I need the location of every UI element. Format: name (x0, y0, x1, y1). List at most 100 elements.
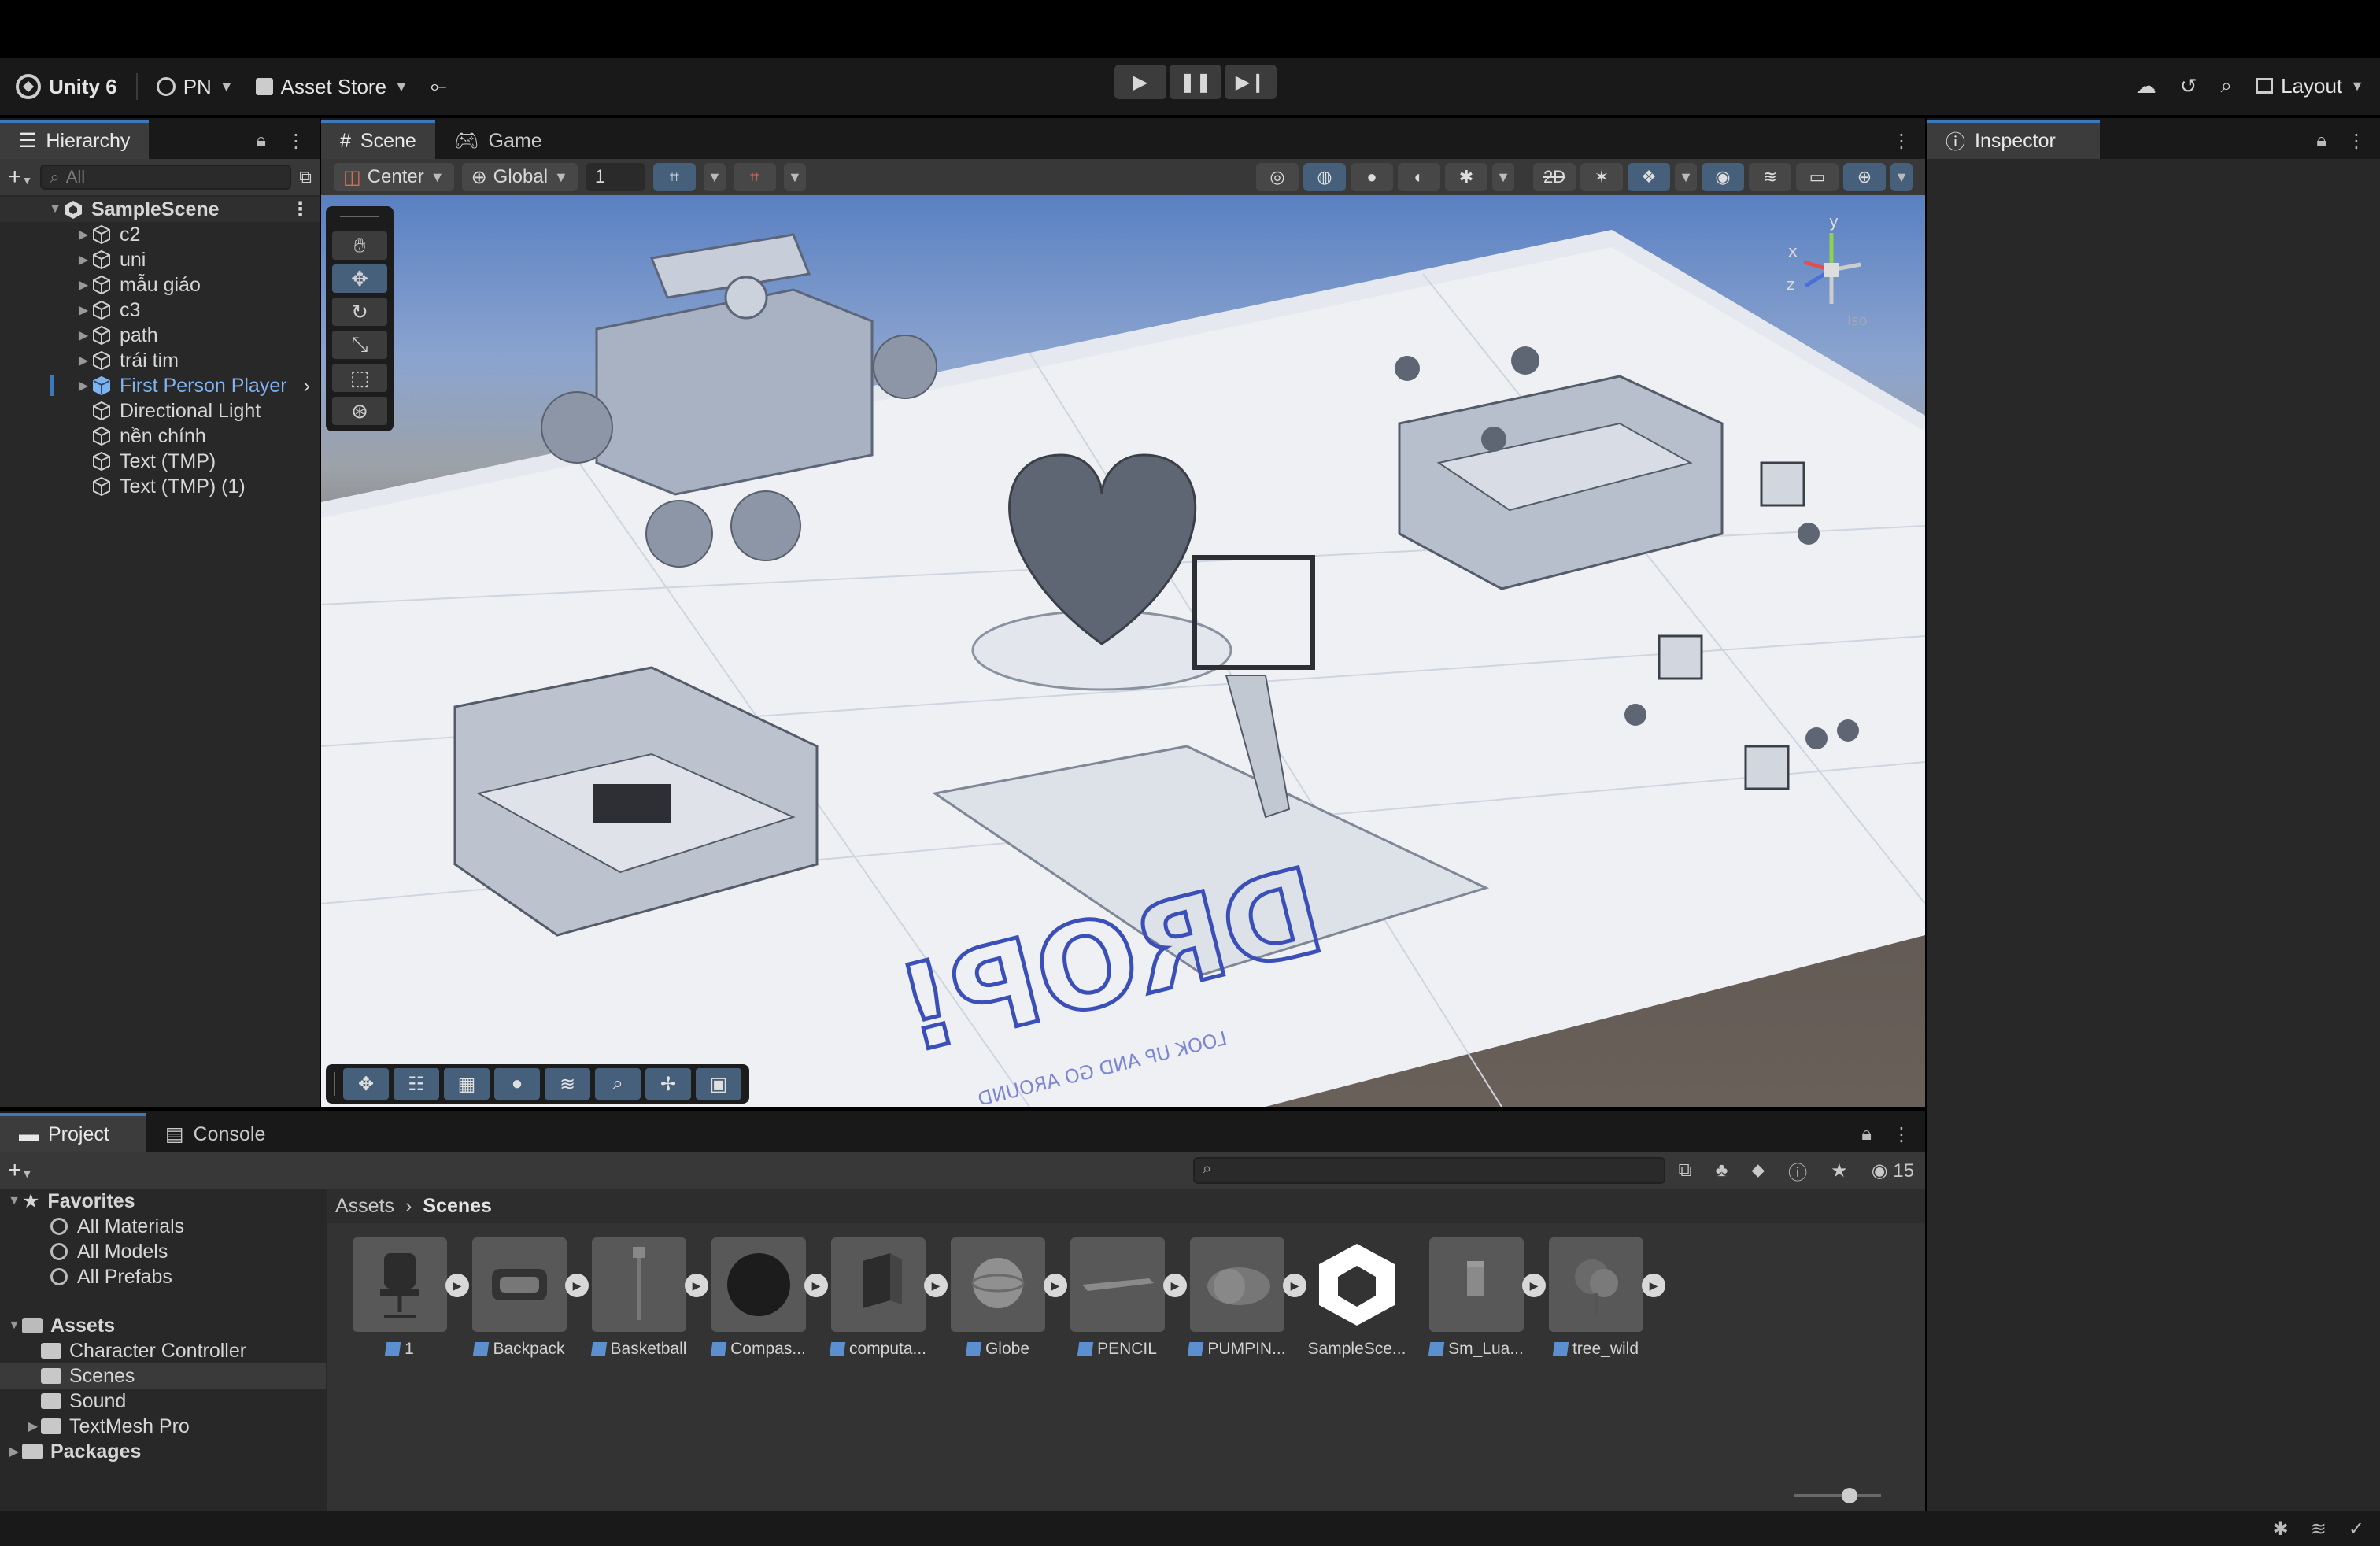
debug-draw-mode-button[interactable]: ✱ (1445, 163, 1488, 191)
2d-mode-button[interactable]: 2D (1533, 163, 1576, 191)
hierarchy-item[interactable]: Directional Light (0, 398, 320, 423)
filter-by-label-icon[interactable]: ⬥ (1751, 1160, 1765, 1182)
checkmark-icon[interactable]: ✓ (2349, 1518, 2364, 1540)
pause-button[interactable]: ❚❚ (1170, 65, 1221, 99)
move-view-button[interactable]: ✥ (343, 1068, 389, 1100)
hierarchy-item[interactable]: ▶ uni (0, 247, 320, 272)
layout-dropdown[interactable]: Layout ▼ (2256, 66, 2364, 105)
hierarchy-item[interactable]: ▶ trái tim (0, 348, 320, 373)
hierarchy-item[interactable]: ▶ First Person Player › (0, 373, 320, 398)
camera-settings-button[interactable]: ▣ (696, 1068, 741, 1100)
folder-row[interactable]: Scenes (0, 1363, 326, 1389)
expand-arrow-icon[interactable]: ▶ (25, 1418, 41, 1434)
thumbnail-size-slider[interactable] (1794, 1488, 1881, 1503)
favorites-row[interactable]: ▼ ★ Favorites (0, 1189, 326, 1214)
favorite-item[interactable]: All Materials (0, 1214, 326, 1239)
tab-console[interactable]: ▤ Console (146, 1116, 284, 1152)
orientation-gizmo[interactable]: y x z Iso (1772, 211, 1890, 329)
hierarchy-item[interactable]: ▶ c2 (0, 222, 320, 247)
hierarchy-item[interactable]: ▶ c3 (0, 298, 320, 323)
grid-size-input[interactable]: 1 (585, 163, 645, 191)
more-options-icon[interactable]: ⋮ (290, 198, 310, 221)
tab-inspector[interactable]: ⓘ Inspector (1927, 120, 2100, 159)
step-button[interactable]: ▶❙ (1225, 65, 1277, 99)
expand-arrow-icon[interactable]: ▶ (76, 252, 91, 268)
expand-prefab-icon[interactable]: ▶ (565, 1274, 589, 1297)
debug-bug-icon[interactable]: ✱ (2273, 1518, 2289, 1540)
hierarchy-item[interactable]: Text (TMP) (1) (0, 474, 320, 499)
grid-snap-dropdown[interactable]: ▼ (703, 163, 726, 191)
tab-project[interactable]: ▬ Project (0, 1113, 146, 1152)
expand-prefab-icon[interactable]: ▶ (1283, 1274, 1306, 1297)
expand-arrow-icon[interactable]: ▶ (6, 1444, 22, 1459)
expand-arrow-icon[interactable]: ▶ (76, 378, 91, 394)
layers-button[interactable]: ≋ (545, 1068, 590, 1100)
asset-item[interactable]: ▶ 1 (351, 1237, 469, 1359)
asset-item[interactable]: ▶ Backpack (471, 1237, 589, 1359)
overlay-handle[interactable] (334, 1072, 338, 1096)
zoom-button[interactable]: ⌕ (595, 1068, 641, 1100)
pivot-rotation-dropdown[interactable]: ⊕ Global ▼ (461, 163, 578, 191)
expand-arrow-icon[interactable]: ▶ (76, 353, 91, 368)
lock-icon[interactable]: 🔒︎ (256, 130, 266, 152)
more-options-icon[interactable]: ⋮ (1892, 130, 1911, 153)
filter-by-type-icon[interactable]: ♣ (1716, 1160, 1728, 1182)
expand-arrow-icon[interactable]: ▼ (47, 202, 63, 216)
lock-icon[interactable]: 🔒︎ (2316, 130, 2326, 152)
rotate-tool-button[interactable]: ↻ (332, 298, 387, 326)
shaded-button[interactable]: ● (1351, 163, 1393, 191)
shaded-wireframe-button[interactable]: ◍ (1303, 163, 1346, 191)
expand-prefab-icon[interactable]: ▶ (685, 1274, 708, 1297)
scene-root-row[interactable]: ▼ SampleScene ⋮ (0, 197, 320, 222)
search-by-type-icon[interactable]: ⧉ (1678, 1160, 1691, 1182)
tab-hierarchy[interactable]: ☰ Hierarchy (0, 120, 150, 159)
asset-item[interactable]: SampleSce... (1308, 1237, 1406, 1359)
hierarchy-item[interactable]: nền chính (0, 423, 320, 449)
grid-snap-button[interactable]: ⌗ (652, 163, 696, 191)
expand-prefab-icon[interactable]: ▶ (1642, 1274, 1665, 1297)
packages-row[interactable]: ▶ Packages (0, 1439, 326, 1464)
hidden-packages-toggle[interactable]: ◉ 15 (1872, 1160, 1914, 1182)
wireframe-shading-button[interactable]: ◎ (1256, 163, 1299, 191)
pivot-mode-dropdown[interactable]: ◫ Center ▼ (334, 163, 454, 191)
hand-tool-button[interactable]: ✋︎ (332, 231, 387, 260)
lock-icon[interactable]: 🔒︎ (1861, 1123, 1872, 1145)
incremental-snap-button[interactable]: ⌗ (733, 163, 776, 191)
scene-visibility-button[interactable]: ◉ (1702, 163, 1744, 191)
cache-server-icon[interactable]: ≋ (2311, 1518, 2326, 1540)
expand-prefab-icon[interactable]: ▶ (1522, 1274, 1546, 1297)
overlay-handle[interactable] (340, 216, 379, 224)
effects-dropdown[interactable]: ▼ (1675, 163, 1697, 191)
expand-arrow-icon[interactable]: ▼ (6, 1194, 22, 1208)
unity-menu[interactable]: Unity 6 (5, 67, 128, 106)
scale-tool-button[interactable]: ⤡ (332, 331, 387, 359)
asset-item[interactable]: ▶ PUMPIN... (1188, 1237, 1306, 1359)
folder-row[interactable]: Character Controller (0, 1338, 326, 1363)
expand-arrow-icon[interactable]: ▶ (76, 302, 91, 318)
tab-game[interactable]: 🎮︎ Game (435, 123, 561, 159)
gizmos-button[interactable]: ⊕ (1843, 163, 1886, 191)
hierarchy-item[interactable]: Text (TMP) (0, 449, 320, 474)
asset-item[interactable]: ▶ Basketball (590, 1237, 708, 1359)
asset-item[interactable]: ▶ Sm_Lua... (1428, 1237, 1546, 1359)
expand-arrow-icon[interactable]: ▼ (6, 1319, 22, 1333)
open-prefab-chevron-icon[interactable]: › (304, 375, 310, 398)
more-options-icon[interactable]: ⋮ (2347, 130, 2366, 153)
tab-scene[interactable]: # Scene (321, 120, 435, 159)
hierarchy-item[interactable]: ▶ path (0, 323, 320, 348)
expand-prefab-icon[interactable]: ▶ (1044, 1274, 1067, 1297)
more-options-icon[interactable]: ⋮ (1892, 1123, 1911, 1146)
cloud-icon[interactable]: ☁ (2136, 74, 2156, 98)
asset-item[interactable]: ▶ Compas... (710, 1237, 828, 1359)
history-icon[interactable]: ↺ (2180, 74, 2197, 98)
create-button[interactable]: +▼ (8, 164, 32, 190)
lighting-toggle-button[interactable]: ✶ (1580, 163, 1623, 191)
move-tool-button[interactable]: ✥ (332, 264, 387, 293)
create-button[interactable]: +▼ (8, 1157, 32, 1184)
more-options-icon[interactable]: ⋮ (286, 130, 305, 153)
gizmos-dropdown[interactable]: ▼ (1890, 163, 1913, 191)
grid-toggle-button[interactable]: ▦ (444, 1068, 490, 1100)
camera-dropdown[interactable]: ▭ (1796, 163, 1839, 191)
expand-arrow-icon[interactable]: ▶ (76, 277, 91, 293)
asset-item[interactable]: ▶ Globe (949, 1237, 1067, 1359)
